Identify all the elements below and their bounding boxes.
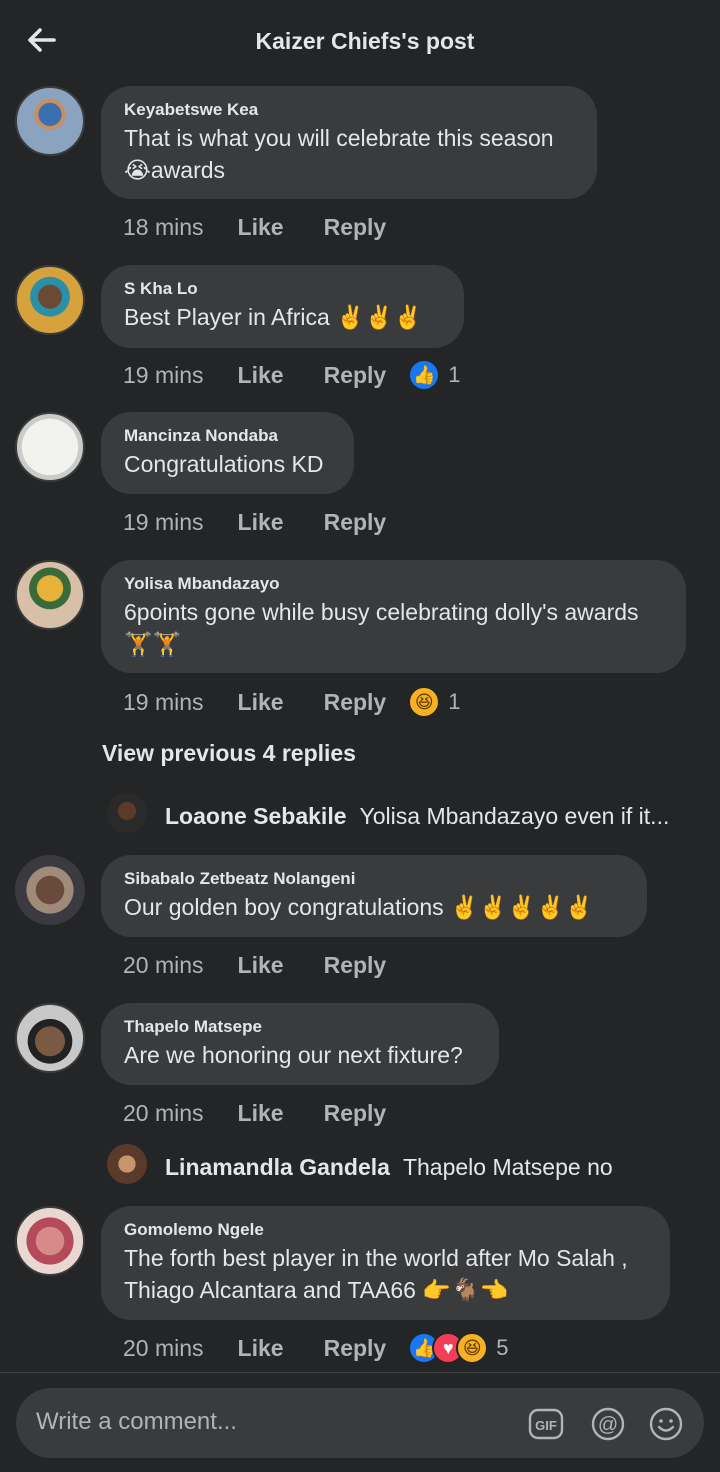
comment-author[interactable]: Yolisa Mbandazayo	[124, 574, 664, 594]
reply-button[interactable]: Reply	[324, 1335, 387, 1362]
avatar[interactable]	[15, 412, 85, 482]
comment-actions: 18 mins Like Reply	[123, 210, 426, 244]
reaction-summary[interactable]: 😆 1	[408, 686, 460, 718]
reply-author: Loaone Sebakile	[165, 803, 347, 829]
avatar[interactable]	[15, 560, 85, 630]
like-button[interactable]: Like	[238, 1335, 284, 1362]
post-header: Kaizer Chiefs's post	[0, 0, 720, 84]
page-title: Kaizer Chiefs's post	[255, 28, 475, 54]
comment-text: 6points gone while busy celebrating doll…	[124, 599, 639, 657]
comment-time[interactable]: 19 mins	[123, 689, 204, 716]
emoji-button[interactable]	[648, 1406, 684, 1442]
like-button[interactable]: Like	[238, 214, 284, 241]
comment-text: Congratulations KD	[124, 451, 324, 477]
reply-button[interactable]: Reply	[324, 1100, 387, 1127]
reply-button[interactable]: Reply	[324, 509, 387, 536]
haha-reaction-icon: 😆	[456, 1332, 489, 1364]
reply-preview[interactable]: Loaone Sebakile Yolisa Mbandazayo even i…	[165, 803, 685, 830]
comment-actions: 19 mins Like Reply 👍 1	[123, 358, 460, 392]
comment-text: Our golden boy congratulations ✌️✌️✌️✌️✌…	[124, 894, 594, 920]
comment-bubble: Gomolemo Ngele The forth best player in …	[101, 1206, 670, 1320]
mention-button[interactable]: @	[590, 1406, 626, 1442]
view-previous-replies-link[interactable]: View previous 4 replies	[102, 740, 356, 767]
reaction-summary[interactable]: 👍 1	[408, 359, 460, 391]
comment-text: That is what you will celebrate this sea…	[124, 125, 554, 183]
comment-time[interactable]: 18 mins	[123, 214, 204, 241]
comment-bubble: Yolisa Mbandazayo 6points gone while bus…	[101, 560, 686, 673]
comment-bubble: Sibabalo Zetbeatz Nolangeni Our golden b…	[101, 855, 647, 937]
avatar[interactable]	[107, 1144, 147, 1184]
comment-input-placeholder: Write a comment...	[36, 1408, 237, 1435]
comment-time[interactable]: 19 mins	[123, 362, 204, 389]
like-button[interactable]: Like	[238, 952, 284, 979]
avatar[interactable]	[15, 1003, 85, 1073]
comment-author[interactable]: Thapelo Matsepe	[124, 1017, 477, 1037]
comment-actions: 20 mins Like Reply	[123, 948, 426, 982]
avatar[interactable]	[15, 1206, 85, 1276]
comment-text: Are we honoring our next fixture?	[124, 1042, 463, 1068]
reaction-summary[interactable]: 👍 ♥ 😆 5	[408, 1332, 508, 1364]
comment-actions: 19 mins Like Reply 😆 1	[123, 685, 460, 719]
like-button[interactable]: Like	[238, 509, 284, 536]
comment-actions: 19 mins Like Reply	[123, 505, 426, 539]
reply-button[interactable]: Reply	[324, 214, 387, 241]
reply-text: Yolisa Mbandazayo even if it...	[359, 803, 670, 829]
comment-author[interactable]: Mancinza Nondaba	[124, 426, 332, 446]
reaction-count: 5	[496, 1335, 509, 1360]
comment-composer: Write a comment... GIF @	[0, 1372, 720, 1472]
svg-text:@: @	[598, 1414, 618, 1436]
comment-time[interactable]: 20 mins	[123, 1335, 204, 1362]
reply-button[interactable]: Reply	[324, 952, 387, 979]
comment-time[interactable]: 20 mins	[123, 1100, 204, 1127]
like-button[interactable]: Like	[238, 689, 284, 716]
comment-actions: 20 mins Like Reply 👍 ♥ 😆 5	[123, 1331, 508, 1365]
comment-bubble: Keyabetswe Kea That is what you will cel…	[101, 86, 597, 199]
comment-text: Best Player in Africa ✌️✌️✌️	[124, 304, 423, 330]
comment-bubble: Mancinza Nondaba Congratulations KD	[101, 412, 354, 494]
at-icon: @	[591, 1407, 625, 1441]
reply-author: Linamandla Gandela	[165, 1154, 390, 1180]
reaction-count: 1	[448, 689, 461, 714]
avatar[interactable]	[107, 793, 147, 833]
like-button[interactable]: Like	[238, 362, 284, 389]
comment-input[interactable]: Write a comment... GIF @	[16, 1388, 704, 1458]
comment-time[interactable]: 19 mins	[123, 509, 204, 536]
gif-icon: GIF	[528, 1408, 564, 1440]
avatar[interactable]	[15, 265, 85, 335]
comment-bubble: S Kha Lo Best Player in Africa ✌️✌️✌️	[101, 265, 464, 348]
comment-author[interactable]: Keyabetswe Kea	[124, 100, 575, 120]
reply-preview[interactable]: Linamandla Gandela Thapelo Matsepe no	[165, 1154, 685, 1181]
comment-author[interactable]: Sibabalo Zetbeatz Nolangeni	[124, 869, 625, 889]
reaction-count: 1	[448, 362, 461, 387]
haha-reaction-icon: 😆	[408, 686, 441, 718]
avatar[interactable]	[15, 855, 85, 925]
comment-time[interactable]: 20 mins	[123, 952, 204, 979]
comment-actions: 20 mins Like Reply	[123, 1096, 426, 1130]
smiley-icon	[649, 1407, 683, 1441]
comment-text: The forth best player in the world after…	[124, 1245, 628, 1303]
reply-button[interactable]: Reply	[324, 689, 387, 716]
comment-author[interactable]: Gomolemo Ngele	[124, 1220, 648, 1240]
reply-button[interactable]: Reply	[324, 362, 387, 389]
like-button[interactable]: Like	[238, 1100, 284, 1127]
avatar[interactable]	[15, 86, 85, 156]
gif-button[interactable]: GIF	[528, 1406, 564, 1442]
like-reaction-icon: 👍	[408, 359, 441, 391]
svg-text:GIF: GIF	[535, 1418, 557, 1433]
reply-text: Thapelo Matsepe no	[402, 1154, 613, 1180]
comment-bubble: Thapelo Matsepe Are we honoring our next…	[101, 1003, 499, 1085]
comment-author[interactable]: S Kha Lo	[124, 279, 442, 299]
